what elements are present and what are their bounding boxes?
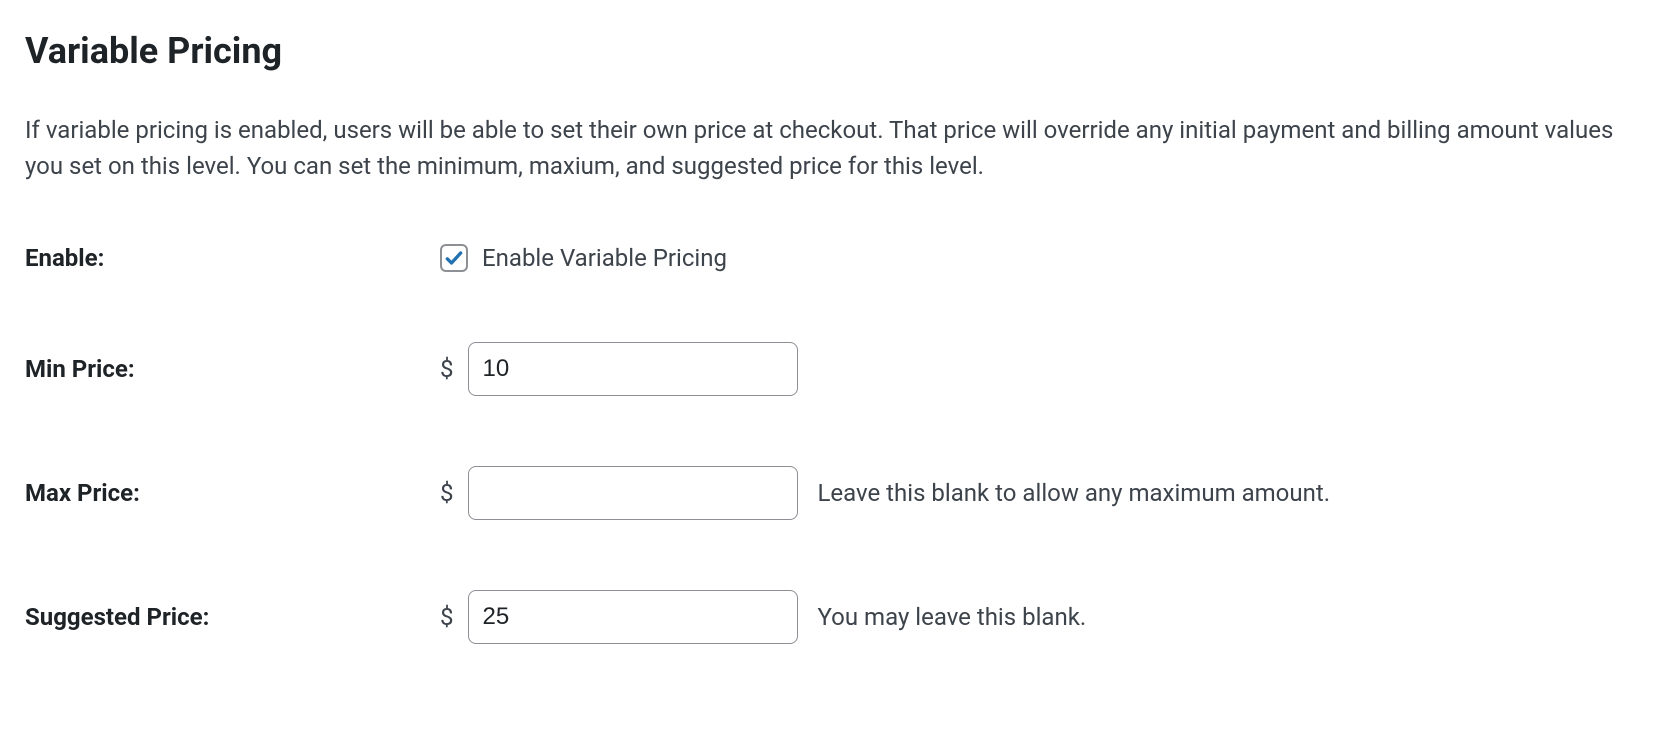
max-price-row: Max Price: $ Leave this blank to allow a… — [25, 466, 1637, 520]
enable-checkbox-label[interactable]: Enable Variable Pricing — [482, 244, 727, 272]
max-price-label: Max Price: — [25, 479, 440, 507]
max-price-help: Leave this blank to allow any maximum am… — [818, 479, 1331, 507]
min-price-currency: $ — [440, 355, 454, 383]
checkmark-icon — [444, 248, 464, 268]
suggested-price-field: $ You may leave this blank. — [440, 590, 1086, 644]
min-price-input[interactable] — [468, 342, 798, 396]
section-heading: Variable Pricing — [25, 30, 1637, 72]
max-price-field: $ Leave this blank to allow any maximum … — [440, 466, 1330, 520]
suggested-price-row: Suggested Price: $ You may leave this bl… — [25, 590, 1637, 644]
min-price-label: Min Price: — [25, 355, 440, 383]
min-price-row: Min Price: $ — [25, 342, 1637, 396]
suggested-price-input[interactable] — [468, 590, 798, 644]
suggested-price-label: Suggested Price: — [25, 603, 440, 631]
enable-checkbox[interactable] — [440, 244, 468, 272]
min-price-field: $ — [440, 342, 798, 396]
max-price-input[interactable] — [468, 466, 798, 520]
max-price-currency: $ — [440, 479, 454, 507]
suggested-price-help: You may leave this blank. — [818, 603, 1087, 631]
enable-row: Enable: Enable Variable Pricing — [25, 244, 1637, 272]
enable-field: Enable Variable Pricing — [440, 244, 727, 272]
suggested-price-currency: $ — [440, 603, 454, 631]
section-description: If variable pricing is enabled, users wi… — [25, 112, 1625, 184]
enable-label: Enable: — [25, 244, 440, 272]
enable-checkbox-wrapper: Enable Variable Pricing — [440, 244, 727, 272]
